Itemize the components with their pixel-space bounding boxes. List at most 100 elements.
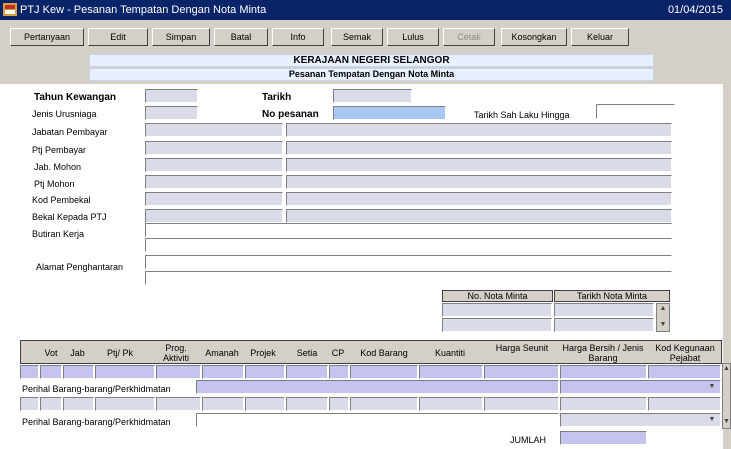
row2-harga-seunit[interactable]	[484, 397, 559, 411]
alamat-field-1[interactable]	[145, 255, 672, 269]
window-title: PTJ Kew - Pesanan Tempatan Dengan Nota M…	[20, 4, 267, 16]
kod-pembekal-desc[interactable]	[286, 192, 672, 206]
jenis-urusniaga-field[interactable]	[145, 106, 198, 120]
row1-cp[interactable]	[329, 365, 349, 379]
tarikh-sah-label: Tarikh Sah Laku Hingga	[474, 110, 570, 120]
dropdown-arrow-icon[interactable]: ▼	[706, 382, 718, 392]
row1-harga-bersih[interactable]	[560, 365, 647, 379]
jenis-barang-select-1[interactable]	[560, 380, 721, 394]
jabatan-pembayar-code[interactable]	[145, 123, 283, 137]
pertanyaan-button[interactable]: Pertanyaan	[10, 28, 84, 46]
title-bar: PTJ Kew - Pesanan Tempatan Dengan Nota M…	[0, 0, 731, 20]
row2-kuantiti[interactable]	[419, 397, 483, 411]
row1-harga-seunit[interactable]	[484, 365, 559, 379]
row2-jab[interactable]	[63, 397, 94, 411]
grid-scroll-up-icon[interactable]: ▲	[722, 364, 731, 374]
lulus-button[interactable]: Lulus	[387, 28, 439, 46]
jenis-barang-select-2[interactable]	[560, 413, 721, 427]
row2-vot[interactable]	[40, 397, 62, 411]
grid-scroll-down-icon[interactable]: ▼	[722, 417, 731, 427]
row1-setia[interactable]	[286, 365, 328, 379]
nota-col2-header: Tarikh Nota Minta	[554, 290, 670, 302]
tarikh-sah-field[interactable]	[596, 104, 675, 119]
jab-mohon-code[interactable]	[145, 158, 283, 172]
batal-button[interactable]: Batal	[214, 28, 268, 46]
row2-projek[interactable]	[245, 397, 285, 411]
kod-pembekal-label: Kod Pembekal	[32, 195, 91, 205]
jenis-urusniaga-label: Jenis Urusniaga	[32, 109, 97, 119]
row1-kod-kegunaan[interactable]	[648, 365, 721, 379]
tarikh-nota-minta-field-2[interactable]	[554, 318, 654, 332]
row2-prog[interactable]	[156, 397, 201, 411]
perihal-label-2: Perihal Barang-barang/Perkhidmatan	[22, 417, 171, 427]
row1-projek[interactable]	[245, 365, 285, 379]
butiran-kerja-field-1[interactable]	[145, 223, 672, 237]
simpan-button[interactable]: Simpan	[152, 28, 210, 46]
alamat-field-2[interactable]	[145, 271, 672, 285]
col-vot: Vot	[44, 348, 58, 358]
row1-ptj[interactable]	[95, 365, 155, 379]
col-kod-kegunaan: Kod Kegunaan Pejabat	[655, 343, 715, 363]
kod-pembekal-code[interactable]	[145, 192, 283, 206]
no-nota-minta-field-2[interactable]	[442, 318, 552, 332]
butiran-kerja-field-2[interactable]	[145, 238, 672, 252]
tarikh-field[interactable]	[333, 89, 412, 103]
ptj-pembayar-desc[interactable]	[286, 141, 672, 155]
perihal-field-2[interactable]	[196, 413, 559, 427]
row2-kod-kegunaan[interactable]	[648, 397, 721, 411]
col-kuantiti: Kuantiti	[434, 348, 466, 358]
row1-amanah[interactable]	[202, 365, 244, 379]
jumlah-field[interactable]	[560, 431, 647, 445]
state-banner: KERAJAAN NEGERI SELANGOR	[89, 54, 654, 67]
row2-ptj[interactable]	[95, 397, 155, 411]
bekal-kepada-desc[interactable]	[286, 209, 672, 223]
row2-harga-bersih[interactable]	[560, 397, 647, 411]
window-date: 01/04/2015	[667, 4, 723, 16]
ptj-mohon-label: Ptj Mohon	[34, 179, 75, 189]
perihal-field-1[interactable]	[196, 380, 559, 394]
tarikh-nota-minta-field-1[interactable]	[554, 303, 654, 317]
tahun-kewangan-label: Tahun Kewangan	[34, 92, 117, 103]
ptj-mohon-code[interactable]	[145, 175, 283, 189]
app-icon	[3, 3, 17, 16]
row2-kod-barang[interactable]	[350, 397, 418, 411]
dropdown-arrow-icon-2[interactable]: ▼	[706, 415, 718, 425]
ptj-pembayar-code[interactable]	[145, 141, 283, 155]
nota-col1-label: No. Nota Minta	[467, 291, 528, 301]
jab-mohon-label: Jab. Mohon	[34, 162, 82, 172]
info-button[interactable]: Info	[272, 28, 324, 46]
cetak-button[interactable]: Cetak	[443, 28, 495, 46]
butiran-kerja-label: Butiran Kerja	[32, 229, 85, 239]
jabatan-pembayar-label: Jabatan Pembayar	[32, 127, 108, 137]
row1-prog[interactable]	[156, 365, 201, 379]
row2-vot-prefix[interactable]	[20, 397, 39, 411]
edit-button[interactable]: Edit	[88, 28, 148, 46]
kosongkan-button[interactable]: Kosongkan	[501, 28, 567, 46]
row1-vot-prefix[interactable]	[20, 365, 39, 379]
bekal-kepada-label: Bekal Kepada PTJ	[32, 212, 107, 222]
row2-cp[interactable]	[329, 397, 349, 411]
ptj-mohon-desc[interactable]	[286, 175, 672, 189]
jumlah-label: JUMLAH	[510, 435, 547, 445]
row2-setia[interactable]	[286, 397, 328, 411]
no-pesanan-field[interactable]	[333, 106, 446, 120]
row1-vot[interactable]	[40, 365, 62, 379]
scroll-up-icon[interactable]: ▲	[657, 304, 669, 314]
perihal-label-1: Perihal Barang-barang/Perkhidmatan	[22, 384, 171, 394]
tahun-kewangan-field[interactable]	[145, 89, 198, 103]
no-nota-minta-field-1[interactable]	[442, 303, 552, 317]
col-kod-barang: Kod Barang	[360, 348, 408, 358]
row1-kod-barang[interactable]	[350, 365, 418, 379]
keluar-button[interactable]: Keluar	[571, 28, 629, 46]
jab-mohon-desc[interactable]	[286, 158, 672, 172]
bekal-kepada-code[interactable]	[145, 209, 283, 223]
row2-amanah[interactable]	[202, 397, 244, 411]
col-harga-bersih: Harga Bersih / Jenis Barang	[562, 343, 644, 363]
no-pesanan-label: No pesanan	[262, 109, 319, 120]
col-cp: CP	[331, 348, 345, 358]
semak-button[interactable]: Semak	[331, 28, 383, 46]
row1-kuantiti[interactable]	[419, 365, 483, 379]
scroll-down-icon[interactable]: ▼	[657, 320, 669, 330]
row1-jab[interactable]	[63, 365, 94, 379]
jabatan-pembayar-desc[interactable]	[286, 123, 672, 137]
